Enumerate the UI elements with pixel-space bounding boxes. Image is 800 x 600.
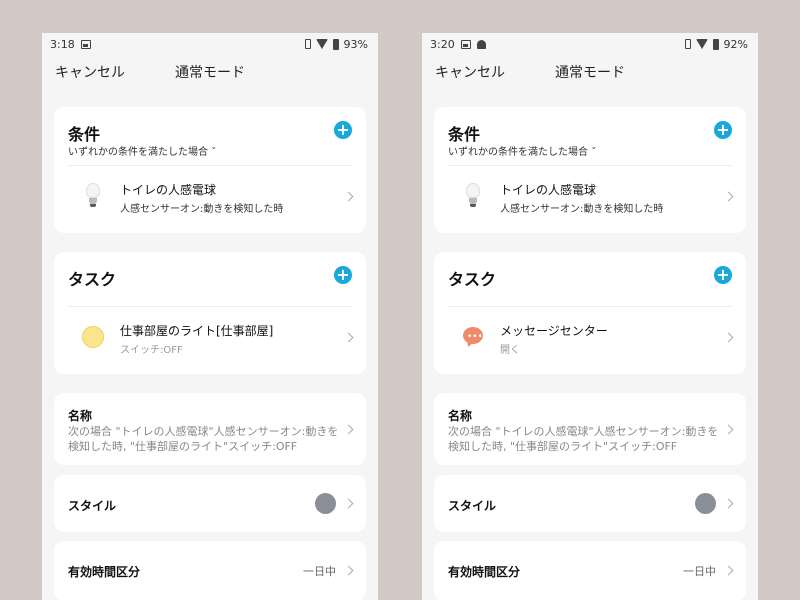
add-condition-button[interactable]: +	[714, 121, 732, 139]
add-task-button[interactable]: +	[714, 266, 732, 284]
chevron-right-icon	[343, 498, 354, 509]
conditions-card: 条件 いずれかの条件を満たした場合 ˇ + トイレの人感電球 人感センサーオン:…	[434, 107, 746, 233]
condition-item-detail: 人感センサーオン:動きを検知した時	[120, 204, 284, 215]
time-period-label: 有効時間区分	[448, 565, 521, 579]
time-period-value: 一日中	[303, 565, 336, 578]
chevron-right-icon	[723, 424, 734, 435]
vibrate-icon	[304, 39, 311, 49]
chevron-right-icon	[723, 565, 734, 576]
task-item-detail: スイッチ:OFF	[120, 345, 183, 356]
name-label: 名称	[448, 409, 473, 423]
condition-item[interactable]: トイレの人感電球 人感センサーオン:動きを検知した時	[434, 169, 746, 225]
name-card[interactable]: 名称 次の場合 "トイレの人感電球"人感センサーオン:動きを検知した時, "仕事…	[54, 393, 366, 465]
name-value: 次の場合 "トイレの人感電球"人感センサーオン:動きを検知した時, "仕事部屋の…	[68, 425, 339, 453]
name-label: 名称	[68, 409, 93, 423]
style-card[interactable]: スタイル	[434, 475, 746, 532]
message-bubble-icon: •••	[460, 324, 486, 350]
chevron-right-icon	[723, 332, 734, 343]
chevron-right-icon	[343, 191, 354, 202]
time-period-card[interactable]: 有効時間区分 一日中	[434, 541, 746, 600]
task-item-detail: 開く	[500, 345, 520, 356]
style-color-swatch	[695, 493, 716, 514]
chevron-down-icon: ˇ	[211, 147, 217, 158]
battery-icon	[712, 38, 719, 50]
wifi-icon	[695, 39, 708, 49]
tasks-title: タスク	[68, 270, 117, 289]
style-card[interactable]: スタイル	[54, 475, 366, 532]
top-navigation: キャンセル 通常モード	[42, 55, 378, 89]
conditions-title: 条件	[448, 125, 481, 144]
condition-match-selector[interactable]: いずれかの条件を満たした場合 ˇ	[68, 143, 216, 158]
name-card[interactable]: 名称 次の場合 "トイレの人感電球"人感センサーオン:動きを検知した時, "仕事…	[434, 393, 746, 465]
add-task-button[interactable]: +	[334, 266, 352, 284]
time-period-card[interactable]: 有効時間区分 一日中	[54, 541, 366, 600]
task-item[interactable]: 仕事部屋のライト[仕事部屋] スイッチ:OFF	[54, 310, 366, 366]
conditions-card: 条件 いずれかの条件を満たした場合 ˇ + トイレの人感電球 人感センサーオン:…	[54, 107, 366, 233]
time-period-value: 一日中	[683, 565, 716, 578]
task-item[interactable]: ••• メッセージセンター 開く	[434, 310, 746, 366]
bell-notification-icon	[476, 39, 486, 49]
image-notification-icon	[80, 39, 91, 49]
cancel-button[interactable]: キャンセル	[55, 62, 175, 82]
condition-match-selector[interactable]: いずれかの条件を満たした場合 ˇ	[448, 143, 596, 158]
chevron-right-icon	[723, 498, 734, 509]
lightbulb-icon	[80, 183, 106, 209]
condition-item-title: トイレの人感電球	[500, 183, 597, 197]
add-condition-button[interactable]: +	[334, 121, 352, 139]
battery-icon	[332, 38, 339, 50]
conditions-title: 条件	[68, 125, 101, 144]
condition-item-detail: 人感センサーオン:動きを検知した時	[500, 204, 664, 215]
wifi-icon	[315, 39, 328, 49]
divider	[68, 165, 352, 166]
lightbulb-icon	[460, 183, 486, 209]
page-title: 通常モード	[175, 65, 245, 81]
phone-screen-right: 3:20 92% キャンセル 通常モード 条件 いずれかの条件を満たした場合 ˇ…	[422, 33, 758, 600]
style-color-swatch	[315, 493, 336, 514]
battery-percent: 93%	[343, 37, 368, 51]
task-item-title: メッセージセンター	[500, 324, 608, 338]
style-label: スタイル	[448, 499, 497, 513]
condition-item-title: トイレの人感電球	[120, 183, 217, 197]
tasks-title: タスク	[448, 270, 497, 289]
status-time: 3:18	[50, 37, 75, 51]
chevron-down-icon: ˇ	[591, 147, 597, 158]
divider	[68, 306, 352, 307]
task-item-title: 仕事部屋のライト[仕事部屋]	[120, 324, 274, 338]
chevron-right-icon	[343, 565, 354, 576]
status-time: 3:20	[430, 37, 455, 51]
condition-item[interactable]: トイレの人感電球 人感センサーオン:動きを検知した時	[54, 169, 366, 225]
name-value: 次の場合 "トイレの人感電球"人感センサーオン:動きを検知した時, "仕事部屋の…	[448, 425, 719, 453]
style-label: スタイル	[68, 499, 117, 513]
cancel-button[interactable]: キャンセル	[435, 62, 555, 82]
battery-percent: 92%	[723, 37, 748, 51]
status-bar: 3:20 92%	[422, 33, 758, 55]
condition-match-label: いずれかの条件を満たした場合	[68, 147, 208, 158]
time-period-label: 有効時間区分	[68, 565, 141, 579]
page-title: 通常モード	[555, 65, 625, 81]
top-navigation: キャンセル 通常モード	[422, 55, 758, 89]
condition-match-label: いずれかの条件を満たした場合	[448, 147, 588, 158]
divider	[448, 306, 732, 307]
divider	[448, 165, 732, 166]
chevron-right-icon	[343, 332, 354, 343]
status-bar: 3:18 93%	[42, 33, 378, 55]
chevron-right-icon	[723, 191, 734, 202]
yellow-light-icon	[80, 324, 106, 350]
tasks-card: タスク + ••• メッセージセンター 開く	[434, 252, 746, 374]
image-notification-icon	[460, 39, 471, 49]
tasks-card: タスク + 仕事部屋のライト[仕事部屋] スイッチ:OFF	[54, 252, 366, 374]
phone-screen-left: 3:18 93% キャンセル 通常モード 条件 いずれかの条件を満たした場合 ˇ…	[42, 33, 378, 600]
chevron-right-icon	[343, 424, 354, 435]
vibrate-icon	[684, 39, 691, 49]
